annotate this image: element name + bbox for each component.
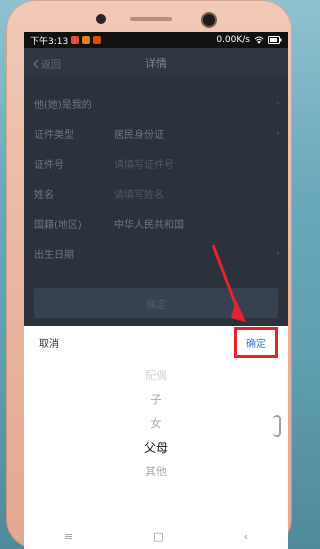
country-label: 国籍(地区) (34, 219, 82, 231)
id-number-label: 证件号 (34, 159, 64, 171)
chevron-right-icon: › (276, 97, 280, 109)
sensor (96, 14, 106, 24)
chevron-right-icon: › (276, 127, 280, 139)
detail-form: 他(她)是我的 › 证件类型 居民身份证 › 证件号 请填写证件号 姓名 请填写… (24, 78, 288, 342)
chevron-right-icon: › (276, 247, 280, 259)
submit-button[interactable]: 确定 (34, 288, 278, 318)
picker-option[interactable]: 女 (24, 412, 288, 436)
phone-frame: 下午3:13 0.00K/s 返回 详情 他(她)是我的 › 证件类型 居民身份… (6, 0, 292, 549)
picker-wheel[interactable]: 配偶 子 女 父母 其他 (24, 358, 288, 484)
home-icon[interactable]: □ (153, 530, 163, 543)
id-number-input[interactable]: 请填写证件号 (114, 156, 174, 171)
picker-option[interactable]: 配偶 (24, 364, 288, 388)
app-notification-icon (82, 36, 91, 44)
birthdate-row[interactable]: 出生日期 › (24, 238, 288, 268)
back-icon[interactable]: ‹ (244, 530, 248, 543)
picker-option[interactable]: 其他 (24, 460, 288, 484)
app-header: 返回 详情 (24, 48, 288, 78)
picker-option-selected[interactable]: 父母 (24, 436, 288, 460)
notification-icon (71, 36, 80, 44)
front-camera (203, 14, 215, 26)
birthdate-label: 出生日期 (34, 249, 74, 261)
back-label: 返回 (41, 60, 61, 71)
chevron-left-icon (32, 58, 39, 69)
battery-icon (268, 36, 282, 44)
network-speed: 0.00K/s (216, 35, 250, 45)
name-row[interactable]: 姓名 请填写姓名 (24, 178, 288, 208)
status-bar: 下午3:13 0.00K/s (24, 32, 288, 48)
picker-option[interactable]: 子 (24, 388, 288, 412)
cancel-button[interactable]: 取消 (39, 335, 59, 350)
name-label: 姓名 (34, 189, 54, 201)
menu-icon[interactable]: ≡ (64, 530, 73, 543)
country-value: 中华人民共和国 (114, 219, 184, 231)
system-nav-bar: ≡ □ ‹ (24, 523, 288, 549)
id-type-row[interactable]: 证件类型 居民身份证 › (24, 118, 288, 148)
back-button[interactable]: 返回 (32, 56, 61, 71)
relation-label: 他(她)是我的 (34, 99, 92, 111)
id-type-value: 居民身份证 (114, 129, 164, 141)
page-title: 详情 (145, 57, 167, 70)
screen: 下午3:13 0.00K/s 返回 详情 他(她)是我的 › 证件类型 居民身份… (24, 32, 288, 549)
id-type-label: 证件类型 (34, 129, 74, 141)
status-time: 下午3:13 (30, 36, 69, 47)
app-notification-icon (93, 36, 102, 44)
wifi-icon (254, 36, 264, 44)
name-input[interactable]: 请填写姓名 (114, 186, 164, 201)
relation-picker-sheet: 取消 确定 配偶 子 女 父母 其他 ≡ □ ‹ (24, 326, 288, 549)
picker-header: 取消 确定 (24, 326, 288, 358)
relation-row[interactable]: 他(她)是我的 › (24, 88, 288, 118)
side-handle (273, 415, 281, 437)
earpiece (130, 17, 172, 21)
id-number-row[interactable]: 证件号 请填写证件号 (24, 148, 288, 178)
confirm-button[interactable]: 确定 (234, 326, 278, 358)
country-row[interactable]: 国籍(地区) 中华人民共和国 (24, 208, 288, 238)
